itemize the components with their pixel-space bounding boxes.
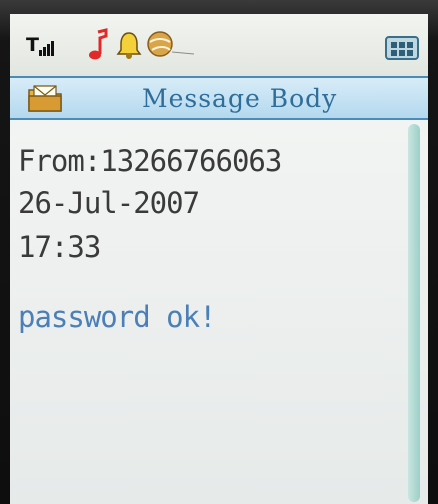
scrollbar[interactable] bbox=[408, 124, 420, 502]
music-note-icon bbox=[89, 28, 108, 60]
title-bar: Message Body bbox=[10, 76, 428, 120]
message-body[interactable]: From:13266766063 26-Jul-2007 17:33 passw… bbox=[10, 120, 428, 504]
message-date: 26-Jul-2007 bbox=[18, 186, 200, 220]
envelope-folder-icon bbox=[28, 85, 62, 112]
ball-icon bbox=[147, 31, 195, 57]
signal-label: T bbox=[26, 34, 39, 56]
status-bar: T bbox=[10, 14, 428, 76]
phone-screen: T Message Body From:13266766063 26-Jul-2… bbox=[10, 14, 428, 504]
message-text: password ok! bbox=[18, 300, 217, 334]
bell-icon bbox=[116, 32, 142, 59]
page-title: Message Body bbox=[142, 84, 338, 113]
signal-icon: T bbox=[26, 34, 55, 56]
message-time: 17:33 bbox=[18, 230, 101, 264]
menu-grid-icon bbox=[385, 36, 419, 60]
message-from: From:13266766063 bbox=[18, 144, 282, 178]
